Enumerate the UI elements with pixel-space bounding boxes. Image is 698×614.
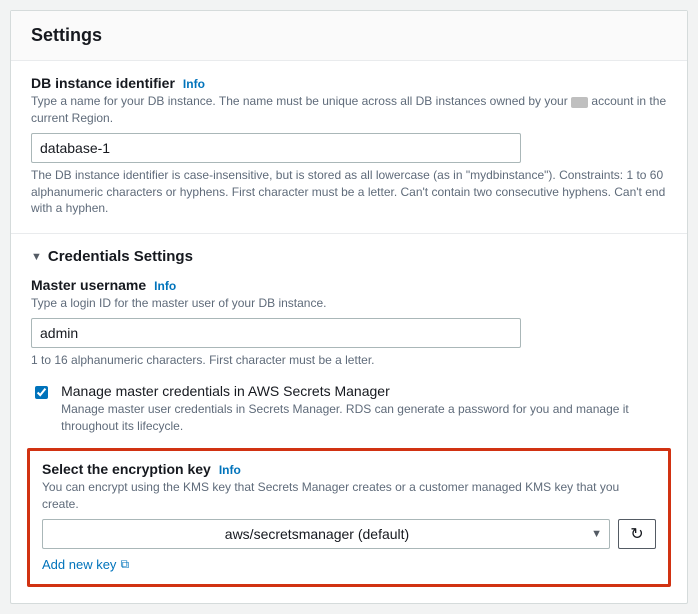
- manage-secrets-checkbox[interactable]: [35, 385, 48, 400]
- identifier-input[interactable]: [31, 133, 521, 163]
- credentials-section: ▼ Credentials Settings Master username I…: [11, 233, 687, 603]
- panel-header: Settings: [11, 11, 687, 61]
- identifier-constraint: The DB instance identifier is case-insen…: [31, 167, 667, 217]
- username-label: Master username: [31, 277, 146, 293]
- add-new-key-link[interactable]: Add new key ⧉: [42, 557, 129, 572]
- identifier-section: DB instance identifier Info Type a name …: [11, 61, 687, 233]
- redacted-text: xxx: [571, 97, 588, 108]
- identifier-info-link[interactable]: Info: [183, 77, 205, 91]
- encryption-key-select[interactable]: aws/secretsmanager (default): [42, 519, 610, 549]
- username-info-link[interactable]: Info: [154, 279, 176, 293]
- identifier-hint: Type a name for your DB instance. The na…: [31, 93, 667, 127]
- refresh-icon: ↻: [630, 524, 643, 544]
- credentials-collapse-toggle[interactable]: ▼ Credentials Settings: [31, 248, 667, 265]
- credentials-section-title: Credentials Settings: [48, 248, 193, 265]
- identifier-label: DB instance identifier: [31, 75, 175, 91]
- external-link-icon: ⧉: [120, 557, 129, 572]
- settings-panel: Settings DB instance identifier Info Typ…: [10, 10, 688, 604]
- refresh-keys-button[interactable]: ↻: [618, 519, 656, 549]
- manage-secrets-desc: Manage master user credentials in Secret…: [61, 401, 667, 435]
- manage-secrets-label: Manage master credentials in AWS Secrets…: [61, 383, 667, 399]
- encryption-hint: You can encrypt using the KMS key that S…: [42, 479, 656, 513]
- encryption-highlight-box: Select the encryption key Info You can e…: [27, 448, 671, 587]
- username-input[interactable]: [31, 318, 521, 348]
- caret-down-icon: ▼: [31, 251, 42, 263]
- encryption-label: Select the encryption key: [42, 461, 211, 477]
- page-title: Settings: [31, 25, 667, 46]
- username-constraint: 1 to 16 alphanumeric characters. First c…: [31, 352, 667, 369]
- username-hint: Type a login ID for the master user of y…: [31, 295, 667, 312]
- encryption-info-link[interactable]: Info: [219, 463, 241, 477]
